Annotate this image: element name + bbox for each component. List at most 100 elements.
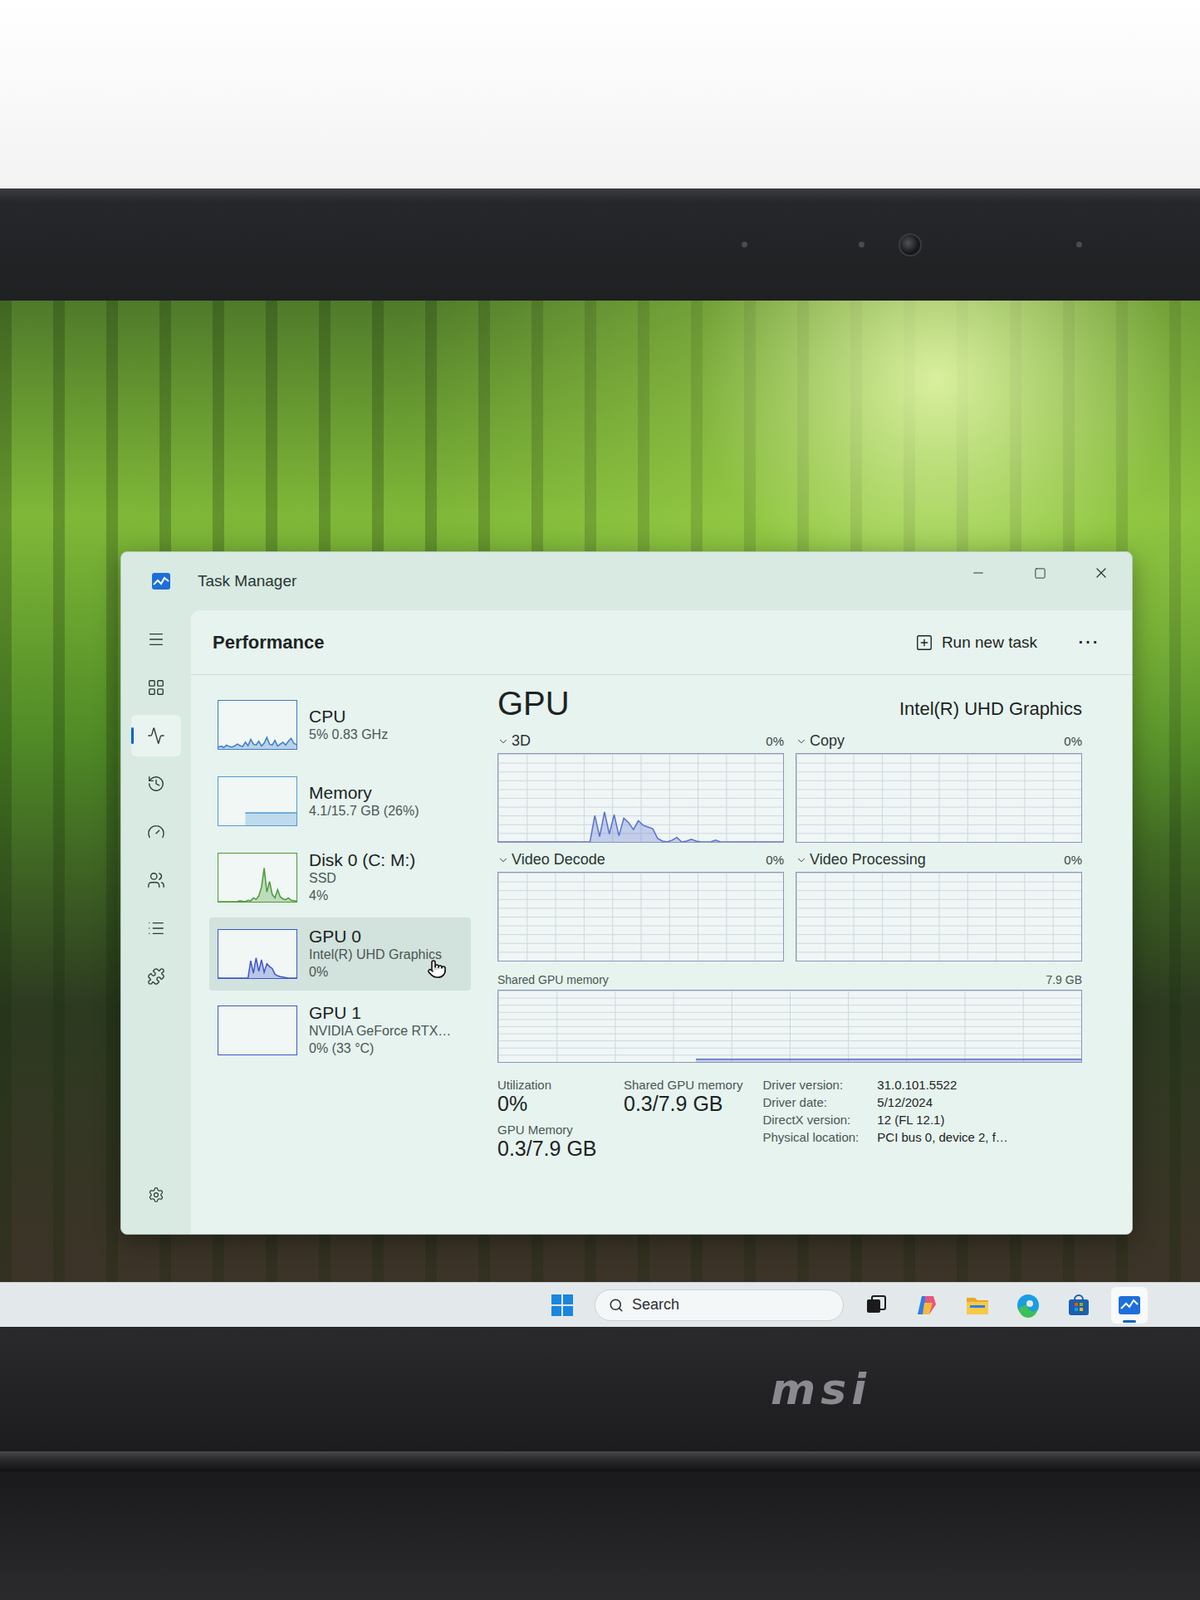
engine-graph-area: [498, 812, 784, 843]
thumbnail-chart-line: [218, 867, 297, 902]
engine-selector[interactable]: Copy: [795, 732, 845, 750]
detail-title: GPU: [497, 685, 570, 723]
copilot-icon: [914, 1293, 940, 1318]
nav-item[interactable]: [131, 715, 182, 757]
edge-button[interactable]: [1009, 1287, 1047, 1324]
taskbar: Search: [0, 1282, 1200, 1328]
background-wall: [0, 0, 1200, 189]
engine-chart: 3D0%: [497, 732, 784, 843]
resource-detail: 0% (33 °C): [308, 1040, 451, 1058]
desktop-wallpaper: Task ManagerPerformanceRun new task⋯CPU5…: [0, 300, 1200, 1283]
engine-selector[interactable]: 3D: [497, 732, 531, 750]
resource-item[interactable]: Disk 0 (C: M:)SSD4%: [209, 841, 471, 915]
maximize-icon: [1033, 567, 1047, 580]
file-explorer-button[interactable]: [959, 1287, 996, 1324]
thumbnail-chart-area: [218, 958, 297, 979]
nav-item[interactable]: [131, 955, 182, 998]
resource-detail: 4.1/15.7 GB (26%): [308, 803, 420, 821]
engine-value: 0%: [1063, 852, 1083, 867]
taskbar-search[interactable]: Search: [594, 1289, 844, 1322]
chevron-down-icon: [497, 854, 510, 867]
resource-name: CPU: [308, 706, 388, 727]
chart-label-row: Shared GPU memory7.9 GB: [497, 973, 1083, 987]
minimize-button[interactable]: [947, 552, 1009, 594]
engine-graph-series: [498, 812, 784, 843]
resource-name: Disk 0 (C: M:): [308, 850, 416, 871]
title-bar[interactable]: Task Manager: [121, 552, 1132, 611]
engine-label: Video Decode: [511, 851, 606, 869]
resource-detail: 5% 0.83 GHz: [308, 726, 388, 745]
resource-text: Disk 0 (C: M:)SSD4%: [308, 850, 416, 906]
task-view-button[interactable]: [857, 1287, 895, 1324]
resource-thumbnail: [217, 1005, 298, 1056]
search-placeholder: Search: [631, 1296, 680, 1314]
engine-charts: 3D0%Copy0%Video Decode0%Video Processing…: [497, 732, 1083, 962]
close-button[interactable]: [1070, 552, 1132, 594]
window-body: PerformanceRun new task⋯CPU5% 0.83 GHzMe…: [121, 610, 1132, 1235]
edge-icon: [1015, 1293, 1041, 1318]
engine-selector[interactable]: Video Decode: [497, 851, 606, 869]
nav-item[interactable]: [131, 666, 182, 709]
start-button[interactable]: [543, 1287, 581, 1324]
info-label: Driver version:: [762, 1077, 859, 1093]
thumbnail-chart-line: [218, 958, 297, 979]
task-manager-window[interactable]: Task ManagerPerformanceRun new task⋯CPU5…: [120, 551, 1133, 1235]
stat-label: Utilization: [497, 1077, 604, 1093]
resource-item[interactable]: GPU 1NVIDIA GeForce RTX…0% (33 °C): [209, 994, 471, 1068]
copilot-button[interactable]: [908, 1287, 946, 1324]
engine-label: Copy: [809, 732, 845, 750]
chart-label-row: Video Processing 0%: [795, 851, 1083, 869]
close-icon: [1092, 564, 1110, 582]
info-value: 5/12/2024: [876, 1095, 1009, 1110]
task-manager-button[interactable]: [1111, 1287, 1148, 1324]
store-button[interactable]: [1060, 1287, 1098, 1324]
device-name: Intel(R) UHD Graphics: [899, 698, 1083, 720]
task-view-icon: [864, 1293, 888, 1318]
details-icon: [146, 919, 166, 938]
hamburger-icon: [146, 630, 166, 649]
engine-graph: [796, 754, 1082, 843]
engine-value: 0%: [1063, 734, 1083, 749]
sensor-dot: [858, 241, 865, 248]
stat-label: Shared GPU memory: [623, 1077, 743, 1093]
nav-item[interactable]: [131, 763, 182, 805]
chart-box: [497, 989, 1083, 1063]
resource-thumbnail: [217, 852, 298, 903]
chart-box: [795, 753, 1083, 843]
processes-icon: [146, 678, 166, 697]
shared-memory-graph: [498, 990, 1082, 1063]
chart-box: [497, 871, 784, 962]
chart-label-row: Copy 0%: [795, 732, 1083, 750]
resource-item[interactable]: CPU5% 0.83 GHz: [209, 688, 471, 762]
thumbnail-chart: [218, 930, 297, 979]
minimize-icon: [970, 565, 986, 581]
resource-item[interactable]: Memory4.1/15.7 GB (26%): [209, 764, 471, 838]
nav-item[interactable]: [131, 811, 182, 853]
chevron-down-icon: [497, 735, 510, 748]
sensor-dot: [741, 241, 748, 248]
engine-selector[interactable]: Video Processing: [795, 851, 926, 869]
gear-icon: [147, 1186, 165, 1204]
info-value: PCI bus 0, device 2, f…: [876, 1130, 1009, 1145]
page-header: PerformanceRun new task⋯: [191, 610, 1132, 676]
thumbnail-chart-series: [218, 737, 297, 750]
resource-detail: 4%: [308, 887, 416, 906]
store-icon: [1066, 1293, 1092, 1318]
menu-button[interactable]: [131, 618, 182, 661]
nav-item[interactable]: [131, 859, 182, 902]
resource-detail: 0%: [308, 964, 442, 982]
thumbnail-chart: [218, 777, 297, 826]
shared-memory-graph-series: [695, 1059, 1082, 1063]
more-button[interactable]: ⋯: [1068, 629, 1107, 656]
maximize-button[interactable]: [1008, 552, 1071, 594]
resource-item[interactable]: GPU 0Intel(R) UHD Graphics0%: [209, 917, 471, 991]
thumbnail-chart-line: [218, 737, 297, 748]
thumbnail-chart: [218, 700, 297, 750]
run-new-task-button[interactable]: Run new task: [903, 626, 1049, 659]
shared-memory-chart: Shared GPU memory7.9 GB: [497, 973, 1083, 1063]
resource-detail: Intel(R) UHD Graphics: [308, 946, 442, 965]
settings-button[interactable]: [131, 1174, 182, 1216]
engine-graph-line: [498, 812, 784, 843]
users-icon: [146, 871, 166, 890]
nav-item[interactable]: [131, 907, 182, 950]
